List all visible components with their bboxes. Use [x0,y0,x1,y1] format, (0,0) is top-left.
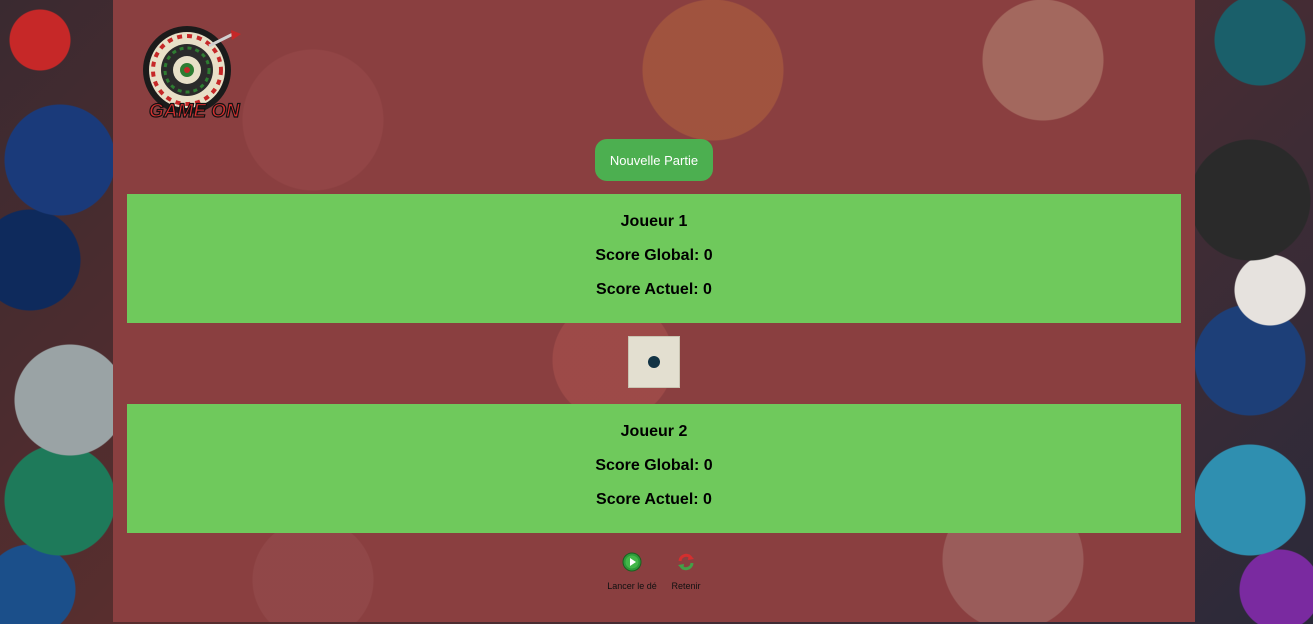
player-2-panel: Joueur 2 Score Global: 0 Score Actuel: 0 [127,404,1181,533]
player-name: Joueur 2 [620,423,688,440]
current-score: Score Actuel: 0 [596,491,712,508]
current-score: Score Actuel: 0 [596,281,712,298]
game-board: GAME ON Nouvelle Partie Joueur 1 Score G… [113,0,1195,622]
game-on-logo: GAME ON [143,26,242,123]
hold-label: Retenir [671,581,701,591]
dice [628,336,680,388]
new-game-button[interactable]: Nouvelle Partie [595,139,713,181]
global-score: Score Global: 0 [595,457,713,474]
roll-dice-label: Lancer le dé [607,581,657,591]
play-icon [622,552,642,572]
player-1-panel: Joueur 1 Score Global: 0 Score Actuel: 0 [127,194,1181,323]
roll-dice-button[interactable]: Lancer le dé [604,552,660,591]
player-name: Joueur 1 [620,213,688,230]
global-score: Score Global: 0 [595,247,713,264]
dice-pip [648,356,660,368]
refresh-icon [678,553,694,571]
hold-button[interactable]: Retenir [665,552,707,591]
logo-text: GAME ON [149,101,241,122]
